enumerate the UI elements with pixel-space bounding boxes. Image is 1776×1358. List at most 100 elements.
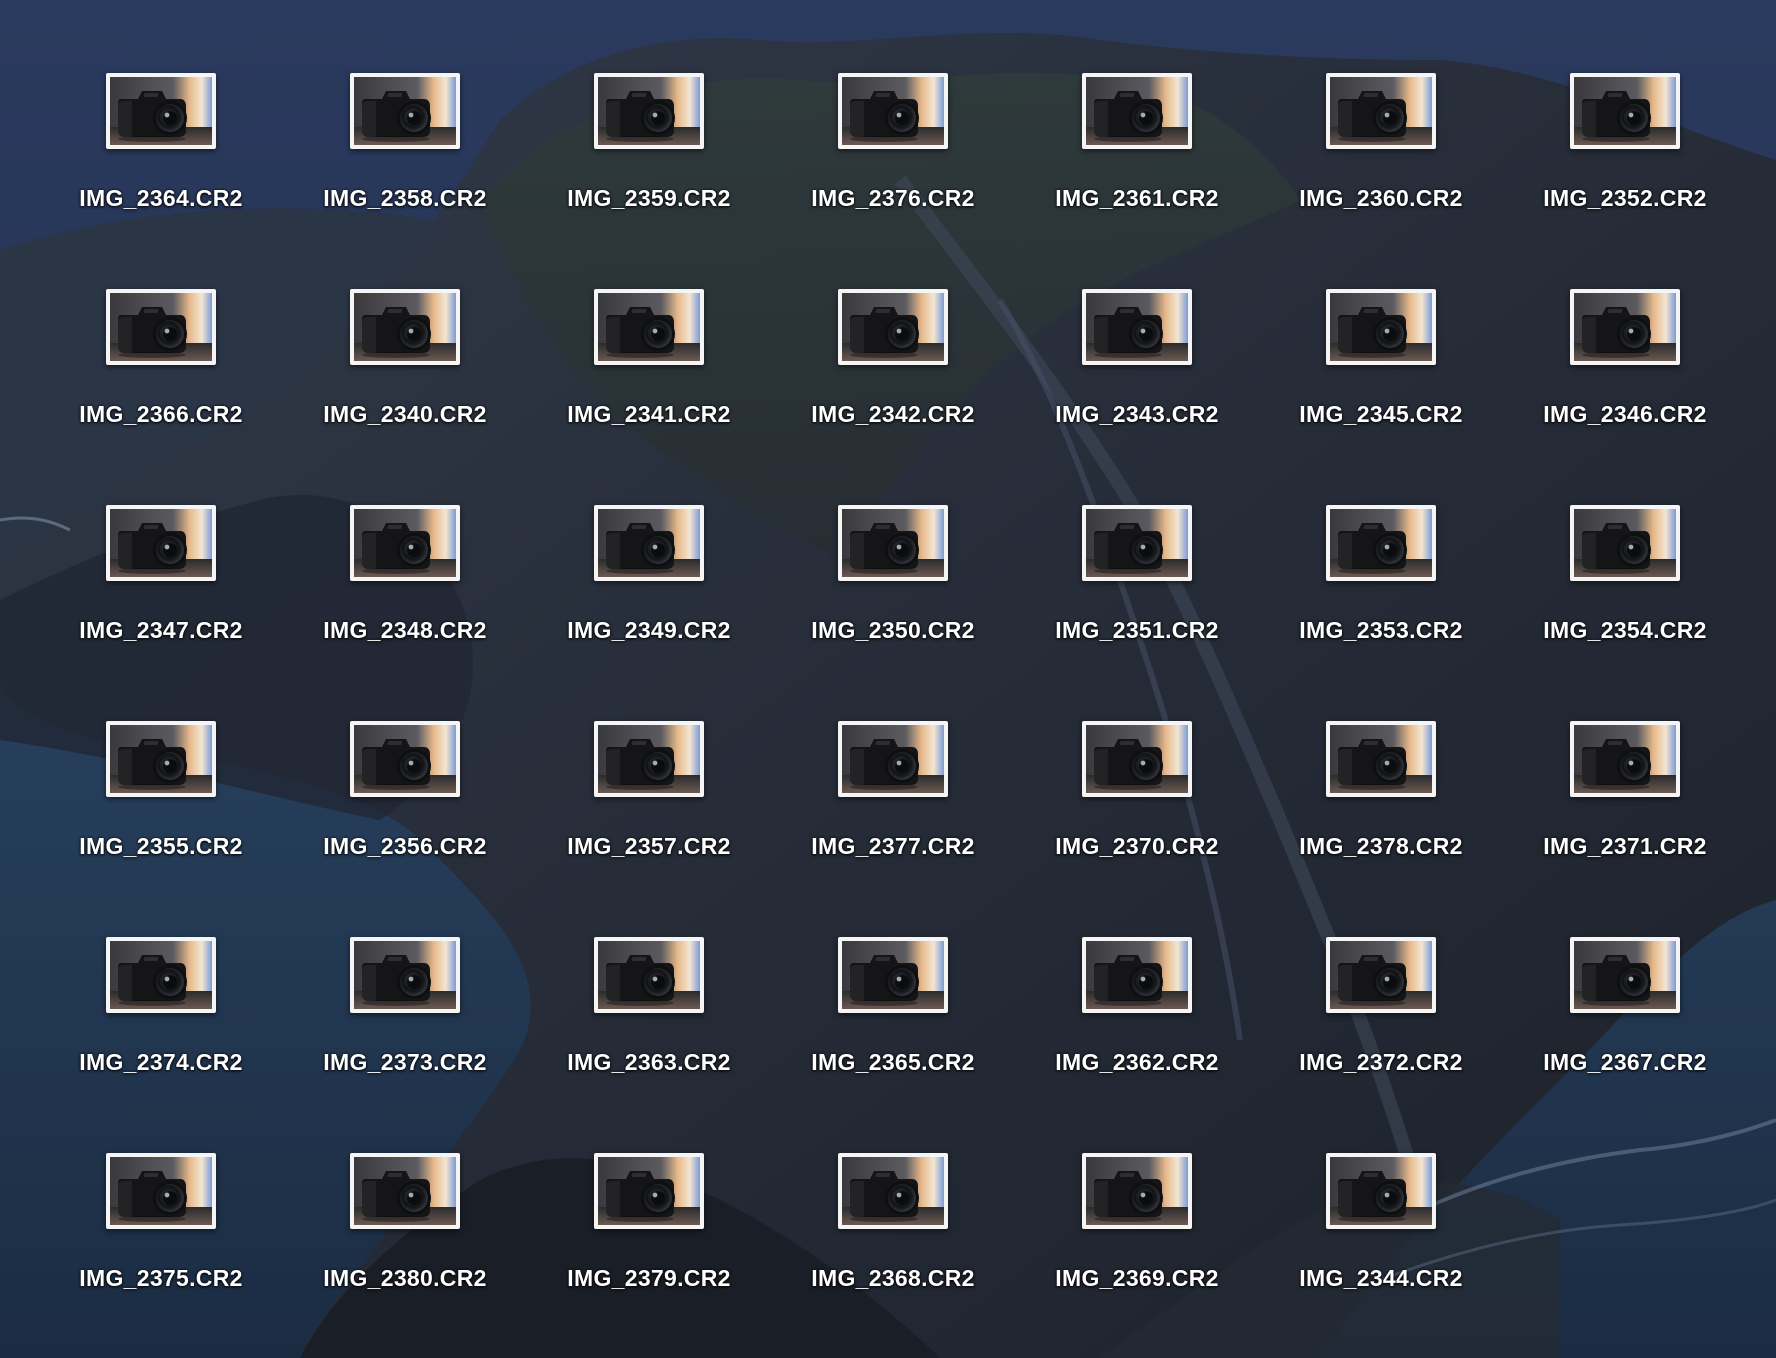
file-name-label[interactable]: IMG_2350.CR2 xyxy=(783,617,1003,644)
desktop-file-icon[interactable]: IMG_2352.CR2 xyxy=(1525,73,1725,243)
file-name-label[interactable]: IMG_2364.CR2 xyxy=(51,185,271,212)
file-name-label[interactable]: IMG_2349.CR2 xyxy=(539,617,759,644)
desktop-file-icon[interactable]: IMG_2369.CR2 xyxy=(1037,1153,1237,1323)
desktop-file-icon[interactable]: IMG_2371.CR2 xyxy=(1525,721,1725,891)
file-name-label[interactable]: IMG_2345.CR2 xyxy=(1271,401,1491,428)
file-thumbnail[interactable] xyxy=(838,721,948,797)
file-name-label[interactable]: IMG_2343.CR2 xyxy=(1027,401,1247,428)
file-name-label[interactable]: IMG_2377.CR2 xyxy=(783,833,1003,860)
file-thumbnail[interactable] xyxy=(838,505,948,581)
desktop-file-icon[interactable]: IMG_2370.CR2 xyxy=(1037,721,1237,891)
file-name-label[interactable]: IMG_2354.CR2 xyxy=(1515,617,1735,644)
desktop-file-icon[interactable]: IMG_2363.CR2 xyxy=(549,937,749,1107)
file-name-label[interactable]: IMG_2344.CR2 xyxy=(1271,1265,1491,1292)
desktop-file-icon[interactable]: IMG_2359.CR2 xyxy=(549,73,749,243)
file-name-label[interactable]: IMG_2342.CR2 xyxy=(783,401,1003,428)
file-thumbnail[interactable] xyxy=(106,73,216,149)
desktop-file-icon[interactable]: IMG_2364.CR2 xyxy=(61,73,261,243)
file-thumbnail[interactable] xyxy=(838,289,948,365)
file-name-label[interactable]: IMG_2378.CR2 xyxy=(1271,833,1491,860)
file-thumbnail[interactable] xyxy=(350,721,460,797)
file-name-label[interactable]: IMG_2348.CR2 xyxy=(295,617,515,644)
file-thumbnail[interactable] xyxy=(1082,505,1192,581)
file-name-label[interactable]: IMG_2380.CR2 xyxy=(295,1265,515,1292)
desktop-file-icon[interactable]: IMG_2347.CR2 xyxy=(61,505,261,675)
file-name-label[interactable]: IMG_2371.CR2 xyxy=(1515,833,1735,860)
file-name-label[interactable]: IMG_2355.CR2 xyxy=(51,833,271,860)
file-thumbnail[interactable] xyxy=(1570,505,1680,581)
file-thumbnail[interactable] xyxy=(1570,721,1680,797)
desktop-file-icon[interactable]: IMG_2377.CR2 xyxy=(793,721,993,891)
file-thumbnail[interactable] xyxy=(1082,937,1192,1013)
file-name-label[interactable]: IMG_2361.CR2 xyxy=(1027,185,1247,212)
file-name-label[interactable]: IMG_2375.CR2 xyxy=(51,1265,271,1292)
desktop-file-icon[interactable]: IMG_2375.CR2 xyxy=(61,1153,261,1323)
file-thumbnail[interactable] xyxy=(106,721,216,797)
file-name-label[interactable]: IMG_2360.CR2 xyxy=(1271,185,1491,212)
file-name-label[interactable]: IMG_2340.CR2 xyxy=(295,401,515,428)
desktop-file-icon[interactable]: IMG_2378.CR2 xyxy=(1281,721,1481,891)
file-name-label[interactable]: IMG_2366.CR2 xyxy=(51,401,271,428)
desktop-file-icon[interactable]: IMG_2373.CR2 xyxy=(305,937,505,1107)
desktop-file-icon[interactable]: IMG_2342.CR2 xyxy=(793,289,993,459)
file-name-label[interactable]: IMG_2356.CR2 xyxy=(295,833,515,860)
desktop-file-icon[interactable]: IMG_2351.CR2 xyxy=(1037,505,1237,675)
desktop-file-icon[interactable]: IMG_2349.CR2 xyxy=(549,505,749,675)
file-name-label[interactable]: IMG_2379.CR2 xyxy=(539,1265,759,1292)
desktop-file-icon[interactable]: IMG_2376.CR2 xyxy=(793,73,993,243)
file-name-label[interactable]: IMG_2359.CR2 xyxy=(539,185,759,212)
desktop-file-icon[interactable]: IMG_2346.CR2 xyxy=(1525,289,1725,459)
desktop-file-icon[interactable]: IMG_2368.CR2 xyxy=(793,1153,993,1323)
file-thumbnail[interactable] xyxy=(1326,289,1436,365)
file-thumbnail[interactable] xyxy=(1326,505,1436,581)
file-name-label[interactable]: IMG_2369.CR2 xyxy=(1027,1265,1247,1292)
file-name-label[interactable]: IMG_2370.CR2 xyxy=(1027,833,1247,860)
file-name-label[interactable]: IMG_2367.CR2 xyxy=(1515,1049,1735,1076)
file-thumbnail[interactable] xyxy=(838,73,948,149)
file-thumbnail[interactable] xyxy=(1326,1153,1436,1229)
file-name-label[interactable]: IMG_2372.CR2 xyxy=(1271,1049,1491,1076)
file-thumbnail[interactable] xyxy=(106,1153,216,1229)
desktop-file-icon[interactable]: IMG_2345.CR2 xyxy=(1281,289,1481,459)
desktop-file-icon[interactable]: IMG_2357.CR2 xyxy=(549,721,749,891)
file-name-label[interactable]: IMG_2357.CR2 xyxy=(539,833,759,860)
desktop-file-icon[interactable]: IMG_2344.CR2 xyxy=(1281,1153,1481,1323)
file-thumbnail[interactable] xyxy=(594,505,704,581)
file-thumbnail[interactable] xyxy=(838,937,948,1013)
file-thumbnail[interactable] xyxy=(106,505,216,581)
file-thumbnail[interactable] xyxy=(350,73,460,149)
file-name-label[interactable]: IMG_2352.CR2 xyxy=(1515,185,1735,212)
file-thumbnail[interactable] xyxy=(1326,73,1436,149)
file-name-label[interactable]: IMG_2362.CR2 xyxy=(1027,1049,1247,1076)
desktop-file-icon[interactable]: IMG_2379.CR2 xyxy=(549,1153,749,1323)
desktop-file-icon[interactable]: IMG_2366.CR2 xyxy=(61,289,261,459)
file-thumbnail[interactable] xyxy=(838,1153,948,1229)
file-name-label[interactable]: IMG_2358.CR2 xyxy=(295,185,515,212)
desktop-file-icon[interactable]: IMG_2354.CR2 xyxy=(1525,505,1725,675)
file-name-label[interactable]: IMG_2368.CR2 xyxy=(783,1265,1003,1292)
desktop-file-icon[interactable]: IMG_2367.CR2 xyxy=(1525,937,1725,1107)
file-thumbnail[interactable] xyxy=(1570,289,1680,365)
file-thumbnail[interactable] xyxy=(106,937,216,1013)
file-thumbnail[interactable] xyxy=(1082,73,1192,149)
file-thumbnail[interactable] xyxy=(1082,1153,1192,1229)
file-thumbnail[interactable] xyxy=(594,289,704,365)
desktop-file-icon[interactable]: IMG_2340.CR2 xyxy=(305,289,505,459)
desktop-file-icon[interactable]: IMG_2362.CR2 xyxy=(1037,937,1237,1107)
desktop-file-icon[interactable]: IMG_2343.CR2 xyxy=(1037,289,1237,459)
desktop-file-icon[interactable]: IMG_2355.CR2 xyxy=(61,721,261,891)
file-thumbnail[interactable] xyxy=(594,1153,704,1229)
file-thumbnail[interactable] xyxy=(594,721,704,797)
file-name-label[interactable]: IMG_2353.CR2 xyxy=(1271,617,1491,644)
file-thumbnail[interactable] xyxy=(594,937,704,1013)
file-thumbnail[interactable] xyxy=(1570,937,1680,1013)
file-thumbnail[interactable] xyxy=(106,289,216,365)
file-name-label[interactable]: IMG_2365.CR2 xyxy=(783,1049,1003,1076)
file-name-label[interactable]: IMG_2347.CR2 xyxy=(51,617,271,644)
desktop-file-icon[interactable]: IMG_2360.CR2 xyxy=(1281,73,1481,243)
desktop-file-icon[interactable]: IMG_2348.CR2 xyxy=(305,505,505,675)
file-thumbnail[interactable] xyxy=(1082,289,1192,365)
file-name-label[interactable]: IMG_2374.CR2 xyxy=(51,1049,271,1076)
file-thumbnail[interactable] xyxy=(350,937,460,1013)
file-thumbnail[interactable] xyxy=(1570,73,1680,149)
